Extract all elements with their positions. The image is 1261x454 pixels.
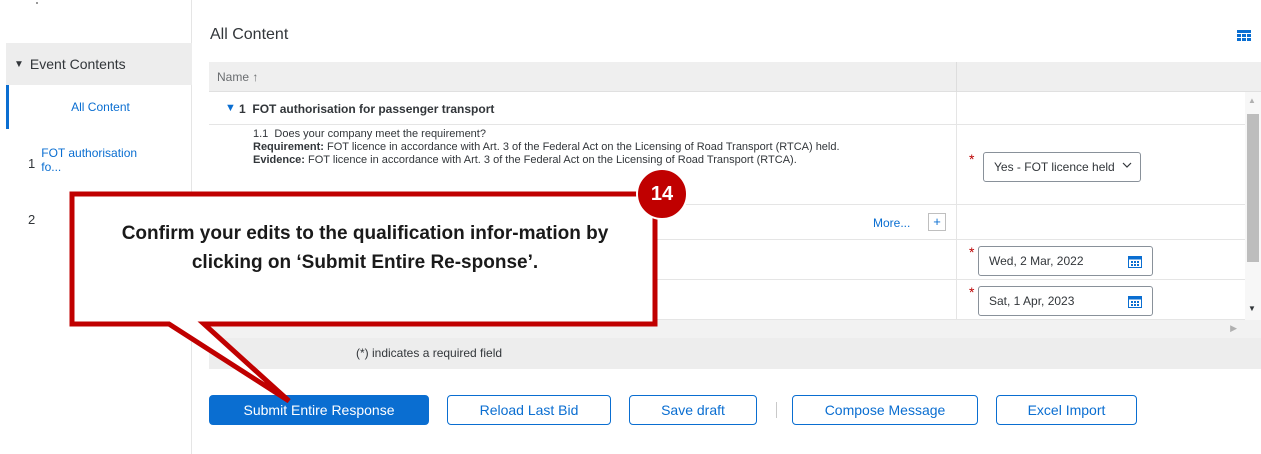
date-input-end[interactable]: Sat, 1 Apr, 2023 <box>978 286 1153 316</box>
required-marker: * <box>969 284 975 300</box>
chevron-down-icon <box>1122 162 1132 168</box>
scroll-right-icon[interactable]: ▶ <box>1230 323 1237 334</box>
page-title: All Content <box>210 26 289 43</box>
column-divider <box>956 92 957 125</box>
calendar-icon[interactable] <box>1128 255 1142 268</box>
expand-triangle-icon[interactable]: ▼ <box>225 102 236 114</box>
expand-plus-button[interactable]: + <box>928 213 946 231</box>
date-input-start[interactable]: Wed, 2 Mar, 2022 <box>978 246 1153 276</box>
date-value: Wed, 2 Mar, 2022 <box>989 254 1084 268</box>
submit-entire-response-button[interactable]: Submit Entire Response <box>209 395 429 425</box>
save-draft-button[interactable]: Save draft <box>629 395 757 425</box>
excel-import-button[interactable]: Excel Import <box>996 395 1137 425</box>
answer-value: Yes - FOT licence held <box>994 160 1115 174</box>
sidebar-item-label: FOT authorisation fo... <box>41 146 138 174</box>
table-header: Name ↑ <box>209 62 1261 92</box>
column-divider <box>956 205 957 240</box>
table-settings-icon[interactable] <box>1237 30 1251 42</box>
column-divider <box>956 280 957 320</box>
column-divider <box>956 240 957 280</box>
scrollbar-thumb[interactable] <box>1247 114 1259 262</box>
sidebar-item-label: All Content <box>71 100 130 114</box>
button-separator <box>776 402 777 418</box>
step-number-badge: 14 <box>636 168 688 220</box>
reload-last-bid-button[interactable]: Reload Last Bid <box>447 395 611 425</box>
scroll-up-icon[interactable]: ▲ <box>1248 96 1256 105</box>
scroll-down-icon[interactable]: ▼ <box>1248 304 1256 313</box>
group-title: 1 FOT authorisation for passenger transp… <box>239 102 495 116</box>
required-marker: * <box>969 244 975 260</box>
event-contents-label: Event Contents <box>29 56 126 72</box>
sidebar-item-fot-authorisation[interactable]: 1 FOT authorisation fo... <box>6 135 192 185</box>
column-divider <box>956 125 957 204</box>
date-value: Sat, 1 Apr, 2023 <box>989 294 1075 308</box>
more-link[interactable]: More... <box>873 216 910 230</box>
column-divider <box>956 62 957 92</box>
table-footer: (*) indicates a required field <box>209 338 1261 369</box>
calendar-icon[interactable] <box>1128 295 1142 308</box>
group-row[interactable]: ▼ 1 FOT authorisation for passenger tran… <box>209 92 1245 125</box>
sidebar-item-all-content[interactable]: All Content <box>6 85 192 129</box>
answer-select[interactable]: Yes - FOT licence held <box>983 152 1141 182</box>
vertical-scrollbar[interactable]: ▲ ▼ <box>1245 92 1261 320</box>
sidebar-item-number: 1 <box>28 155 36 171</box>
sidebar-item-number: 2 <box>28 212 36 227</box>
sidebar-item-2[interactable]: 2 <box>28 212 35 227</box>
question-text: 1.1 Does your company meet the requireme… <box>253 128 840 166</box>
required-field-note: (*) indicates a required field <box>356 346 503 360</box>
collapse-triangle-icon: ▼ <box>14 58 24 70</box>
event-contents-toggle[interactable]: ▼ Event Contents <box>6 43 192 85</box>
required-marker: * <box>969 151 975 167</box>
compose-message-button[interactable]: Compose Message <box>792 395 978 425</box>
dot-mark <box>36 2 38 4</box>
tutorial-callout-text: Confirm your edits to the qualification … <box>121 223 609 273</box>
column-header-name[interactable]: Name ↑ <box>217 70 258 84</box>
